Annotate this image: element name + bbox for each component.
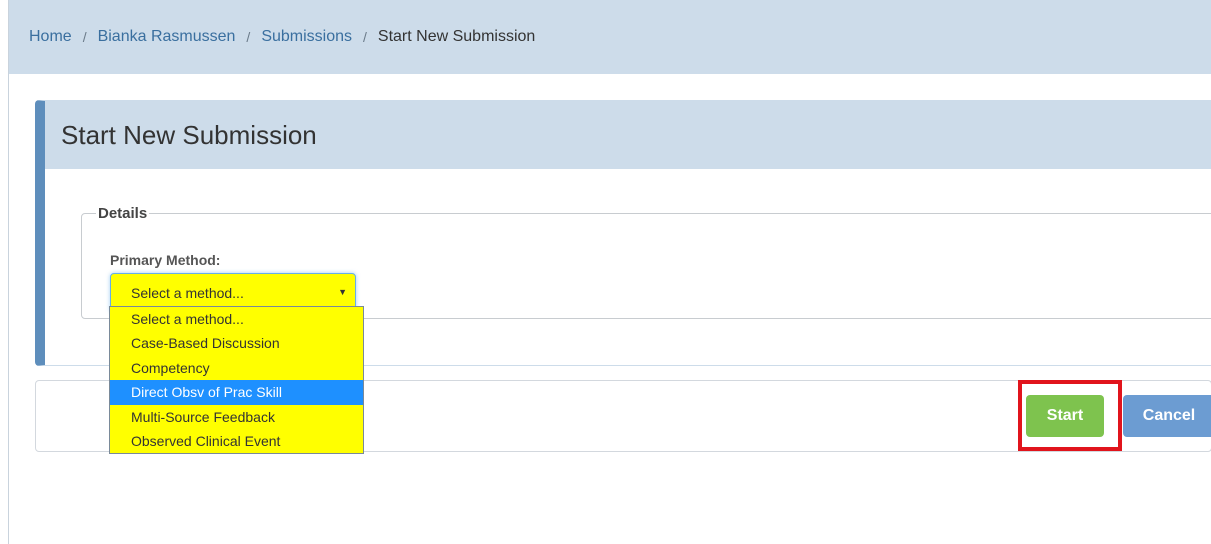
start-button-annotation-box (1018, 380, 1122, 451)
breadcrumb-submissions-link[interactable]: Submissions (261, 28, 352, 46)
primary-method-options: Select a method... Case-Based Discussion… (109, 306, 364, 454)
page-title: Start New Submission (61, 119, 317, 150)
details-legend: Details (98, 205, 148, 222)
breadcrumb-separator: / (82, 29, 87, 45)
method-option[interactable]: Case-Based Discussion (110, 331, 363, 355)
method-option[interactable]: Select a method... (110, 307, 363, 331)
select-value: Select a method... (131, 285, 244, 301)
breadcrumb-user-link[interactable]: Bianka Rasmussen (98, 28, 236, 46)
breadcrumb-separator: / (246, 29, 251, 45)
breadcrumb-home-link[interactable]: Home (29, 28, 72, 46)
details-fieldset: Details Primary Method: Select a method.… (81, 205, 1211, 319)
method-option[interactable]: Competency (110, 356, 363, 380)
app-frame: Home / Bianka Rasmussen / Submissions / … (8, 0, 1211, 544)
method-option-highlighted[interactable]: Direct Obsv of Prac Skill (110, 380, 363, 405)
method-option[interactable]: Observed Clinical Event (110, 429, 363, 453)
breadcrumb-current: Start New Submission (377, 28, 536, 45)
method-option[interactable]: Multi-Source Feedback (110, 405, 363, 429)
panel-header: Start New Submission (45, 101, 1211, 169)
breadcrumb: Home / Bianka Rasmussen / Submissions / … (9, 0, 1211, 74)
cancel-button[interactable]: Cancel (1123, 395, 1211, 437)
breadcrumb-separator: / (363, 29, 367, 45)
dropdown-arrow-icon: ▼ (338, 287, 347, 297)
primary-method-label: Primary Method: (110, 252, 221, 268)
